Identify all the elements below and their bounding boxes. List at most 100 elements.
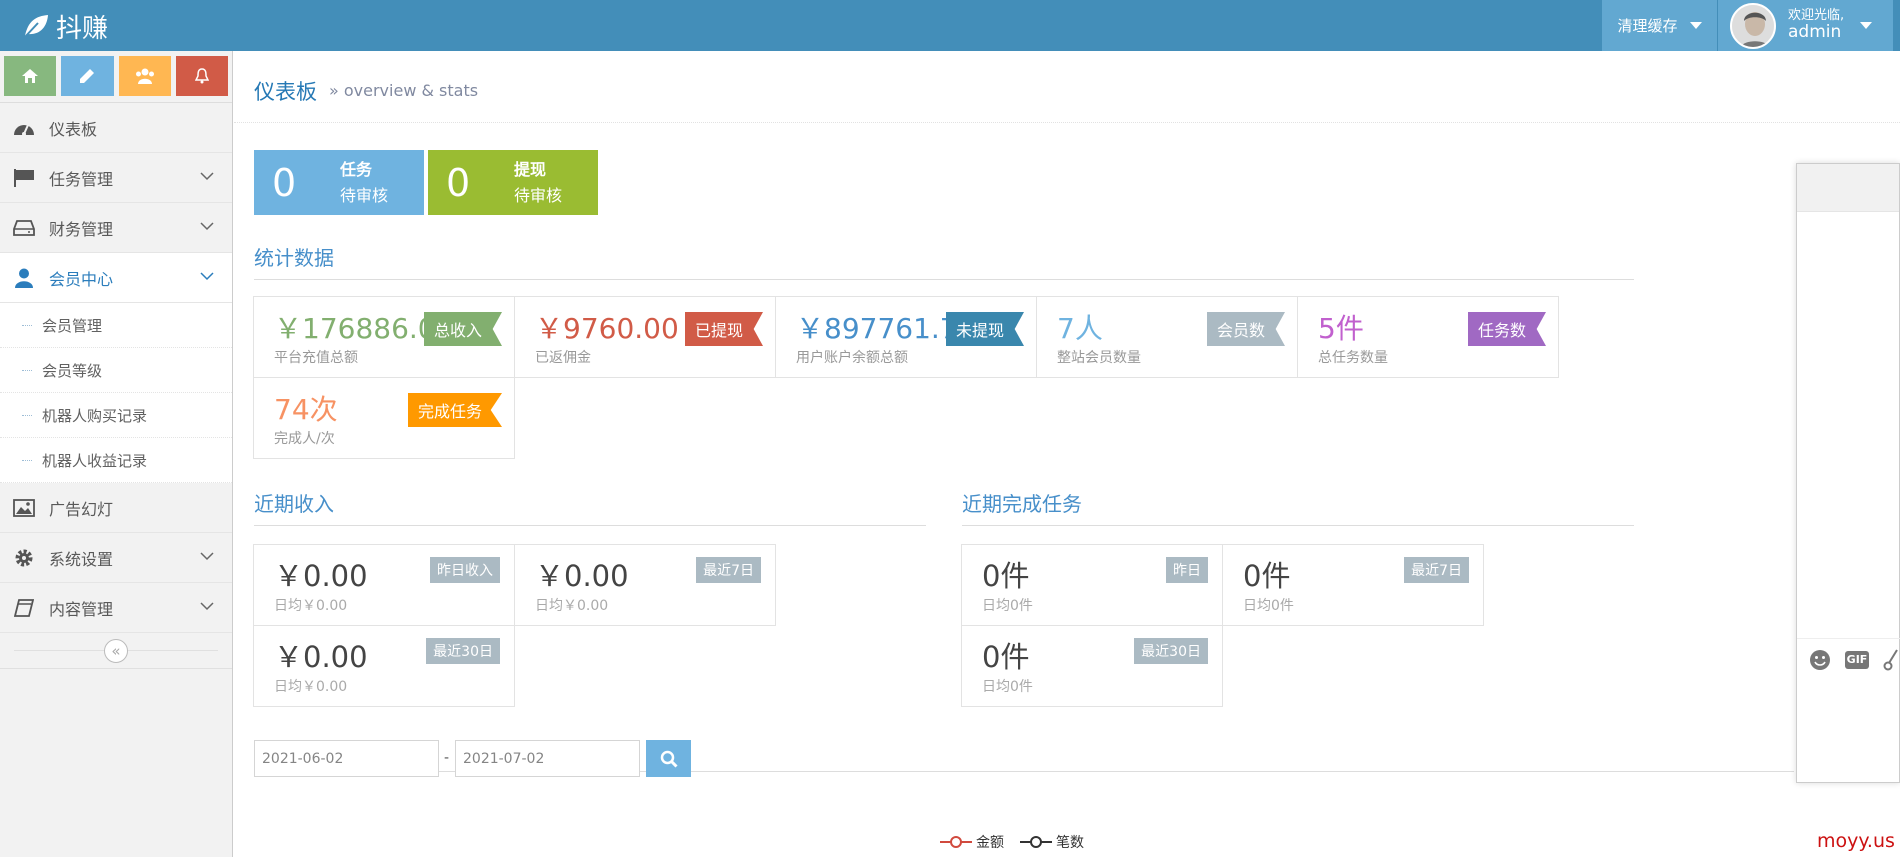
home-icon (22, 69, 39, 83)
user-menu[interactable]: 欢迎光临, admin (1718, 0, 1893, 51)
stat-box-withdrawn: ￥9760.00 已返佣金 已提现 (514, 296, 776, 378)
flag-icon (12, 167, 36, 189)
bell-icon (194, 68, 209, 84)
chat-panel-header (1797, 164, 1899, 212)
home-shortcut-button[interactable] (4, 56, 57, 96)
tasks-average: 日均0件 (1243, 598, 1294, 614)
end-date-input[interactable]: 2021-07-02 (455, 740, 640, 777)
tasks-value: 0件 (982, 559, 1030, 593)
picture-icon (12, 497, 36, 519)
chevron-down-icon (200, 272, 214, 281)
book-icon (12, 597, 36, 619)
double-chevron-left-icon[interactable]: « (104, 638, 128, 663)
brand[interactable]: 抖赚 (22, 8, 108, 44)
scissors-icon[interactable] (1883, 648, 1899, 671)
submenu-item-robot-earnings[interactable]: 机器人收益记录 (0, 438, 232, 483)
pending-status: 待审核 (340, 185, 389, 205)
sidebar-item-label: 任务管理 (49, 169, 114, 189)
tasks-value: 0件 (1243, 559, 1291, 593)
sidebar-item-label: 仪表板 (49, 119, 98, 139)
stat-ribbon: 未提现 (945, 312, 1024, 346)
sidebar: 仪表板 任务管理 财务管理 会员中心 会员管理 会员等级 机器人购买记录 机器人… (0, 51, 233, 857)
emoji-icon[interactable] (1809, 649, 1831, 671)
legend-count[interactable]: 笔数 (1020, 832, 1084, 852)
search-icon (660, 750, 678, 768)
submenu-item-member-management[interactable]: 会员管理 (0, 303, 232, 348)
period-badge: 最近30日 (1134, 638, 1208, 664)
pencil-icon (80, 69, 95, 83)
stat-box-not-withdrawn: ￥897761.70 用户账户余额总额 未提现 (775, 296, 1037, 378)
brand-name: 抖赚 (56, 13, 109, 44)
stat-label: 完成人/次 (274, 431, 335, 447)
search-button[interactable] (646, 740, 691, 777)
chevron-down-icon (200, 172, 214, 181)
income-yesterday-box: ￥0.00 日均￥0.00 昨日收入 (253, 544, 515, 626)
clear-cache-label: 清理缓存 (1617, 17, 1678, 35)
income-value: ￥0.00 (274, 640, 368, 674)
sidebar-collapse-bar: « (0, 633, 232, 669)
tasks-average: 日均0件 (982, 598, 1033, 614)
stat-label: 总任务数量 (1318, 350, 1388, 366)
stat-box-members: 7人 整站会员数量 会员数 (1036, 296, 1298, 378)
page-header: 仪表板 » overview & stats (234, 51, 1900, 123)
sidebar-item-tasks[interactable]: 任务管理 (0, 153, 232, 203)
stat-ribbon: 总收入 (423, 312, 502, 346)
income-average: 日均￥0.00 (535, 598, 609, 614)
legend-amount[interactable]: 金额 (940, 832, 1004, 852)
sidebar-item-ad-slides[interactable]: 广告幻灯 (0, 483, 232, 533)
sidebar-item-finance[interactable]: 财务管理 (0, 203, 232, 253)
legend-label: 笔数 (1056, 835, 1084, 851)
pending-status: 待审核 (514, 185, 563, 205)
page-title: 仪表板 (254, 80, 317, 104)
sidebar-item-label: 内容管理 (49, 599, 114, 619)
start-date-input[interactable]: 2021-06-02 (254, 740, 439, 777)
chevron-down-icon (200, 552, 214, 561)
user-name: admin (1788, 22, 1842, 43)
user-icon (12, 267, 36, 289)
stat-ribbon: 已提现 (684, 312, 763, 346)
date-separator: - (444, 750, 450, 766)
income-average: 日均￥0.00 (274, 598, 348, 614)
section-title-recent-tasks: 近期完成任务 (962, 488, 1634, 526)
tasks-value: 0件 (982, 640, 1030, 674)
pending-withdraw-review-box[interactable]: 0 提现 待审核 (428, 150, 598, 215)
legend-line-black-icon (1020, 836, 1052, 848)
submenu-item-member-level[interactable]: 会员等级 (0, 348, 232, 393)
stat-box-total-income: ￥176886.00 平台充值总额 总收入 (253, 296, 515, 378)
avatar (1730, 2, 1776, 49)
chevron-down-icon (200, 602, 214, 611)
leaf-icon (23, 15, 48, 39)
stat-ribbon: 任务数 (1467, 312, 1546, 346)
sidebar-item-label: 广告幻灯 (49, 499, 114, 519)
gear-icon (12, 547, 36, 569)
users-shortcut-button[interactable] (118, 56, 171, 96)
tasks-30days-box: 0件 日均0件 最近30日 (961, 625, 1223, 707)
income-30days-box: ￥0.00 日均￥0.00 最近30日 (253, 625, 515, 707)
sidebar-item-content-management[interactable]: 内容管理 (0, 583, 232, 633)
period-badge: 最近30日 (426, 638, 500, 664)
pending-count: 0 (272, 160, 297, 205)
edit-shortcut-button[interactable] (61, 56, 114, 96)
pending-title: 任务 (340, 159, 373, 179)
submenu-item-robot-purchases[interactable]: 机器人购买记录 (0, 393, 232, 438)
gif-icon[interactable]: GIF (1845, 650, 1869, 669)
users-icon (135, 68, 154, 84)
shortcut-buttons (0, 51, 232, 103)
stat-box-tasks: 5件 总任务数量 任务数 (1297, 296, 1559, 378)
user-welcome: 欢迎光临, (1788, 8, 1845, 23)
stat-ribbon: 完成任务 (407, 393, 502, 427)
bell-shortcut-button[interactable] (175, 56, 228, 96)
sidebar-item-system-settings[interactable]: 系统设置 (0, 533, 232, 583)
stat-value: 74次 (274, 393, 338, 426)
sidebar-item-dashboard[interactable]: 仪表板 (0, 103, 232, 153)
stat-value: 5件 (1318, 312, 1364, 345)
clear-cache-button[interactable]: 清理缓存 (1602, 0, 1717, 51)
period-badge: 昨日 (1166, 557, 1208, 583)
sidebar-item-label: 系统设置 (49, 549, 114, 569)
sidebar-item-members[interactable]: 会员中心 (0, 253, 232, 303)
period-badge: 昨日收入 (430, 557, 500, 583)
section-title-recent-income: 近期收入 (254, 488, 926, 526)
stat-box-completed: 74次 完成人/次 完成任务 (253, 377, 515, 459)
sidebar-item-label: 会员中心 (49, 269, 114, 289)
pending-task-review-box[interactable]: 0 任务 待审核 (254, 150, 424, 215)
